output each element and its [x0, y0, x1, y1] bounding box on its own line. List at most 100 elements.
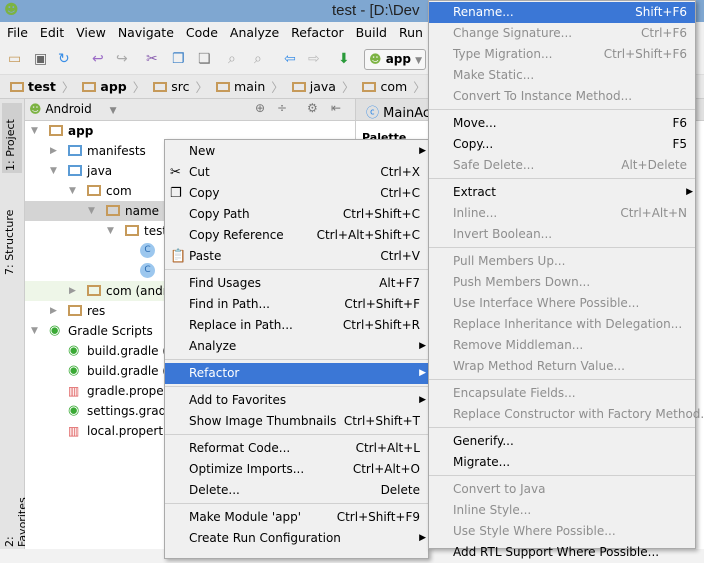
menu-item-reformat-code[interactable]: Reformat Code... Ctrl+Alt+L	[165, 438, 428, 459]
copy-icon[interactable]: ❐	[172, 51, 185, 67]
menu-view[interactable]: View	[69, 22, 111, 43]
menu-file[interactable]: File	[0, 22, 33, 43]
menu-item-label: Use Style Where Possible...	[453, 524, 616, 538]
menu-item-find-usages[interactable]: Find Usages Alt+F7	[165, 273, 428, 294]
find-icon[interactable]: ⌕	[228, 51, 236, 67]
menu-code[interactable]: Code	[179, 22, 223, 43]
menu-item-inline[interactable]: Inline... Ctrl+Alt+N	[429, 203, 695, 224]
menu-navigate[interactable]: Navigate	[111, 22, 179, 43]
menu-item-shortcut: F6	[672, 116, 687, 130]
run-config-label: app	[385, 52, 411, 66]
breadcrumb-src[interactable]: src 〉	[153, 77, 208, 96]
menu-item-analyze[interactable]: Analyze ▶	[165, 336, 428, 357]
menu-item-inline-style[interactable]: Inline Style...	[429, 500, 695, 521]
expanded-arrow-icon[interactable]: ▼	[107, 221, 114, 241]
menu-item-paste[interactable]: 📋 Paste Ctrl+V	[165, 246, 428, 267]
menu-item-push-members-down[interactable]: Push Members Down...	[429, 272, 695, 293]
hide-icon[interactable]: ⇤	[331, 101, 341, 115]
tree-item-app[interactable]: ▼ app	[25, 121, 355, 141]
menu-run[interactable]: Run	[392, 22, 428, 43]
menu-edit[interactable]: Edit	[33, 22, 69, 43]
menu-item-use-style-where-possible[interactable]: Use Style Where Possible...	[429, 521, 695, 542]
scroll-from-source-icon[interactable]: ⊕	[255, 101, 265, 115]
menu-item-make-static[interactable]: Make Static...	[429, 65, 695, 86]
forward-icon[interactable]: ⇨	[308, 51, 320, 67]
menu-item-delete[interactable]: Delete... Delete	[165, 480, 428, 501]
folder-icon	[125, 225, 139, 236]
sync-icon[interactable]: ↻	[58, 51, 70, 67]
menu-item-remove-middleman[interactable]: Remove Middleman...	[429, 335, 695, 356]
cut-icon[interactable]: ✂	[146, 51, 158, 67]
menu-item-find-in-path[interactable]: Find in Path... Ctrl+Shift+F	[165, 294, 428, 315]
menu-item-use-interface-where-possible[interactable]: Use Interface Where Possible...	[429, 293, 695, 314]
menu-item-new[interactable]: New ▶	[165, 141, 428, 162]
breadcrumb-com[interactable]: com 〉	[362, 77, 426, 96]
expanded-arrow-icon[interactable]: ▼	[31, 321, 38, 341]
menu-item-encapsulate-fields[interactable]: Encapsulate Fields...	[429, 383, 695, 404]
collapse-all-icon[interactable]: ÷	[277, 101, 287, 115]
expanded-arrow-icon[interactable]: ▼	[88, 201, 95, 221]
collapsed-arrow-icon[interactable]: ▶	[50, 301, 57, 321]
menu-item-add-rtl-support-where-possible[interactable]: Add RTL Support Where Possible...	[429, 542, 695, 563]
view-select[interactable]: ☻ Android ▼	[29, 102, 129, 116]
menu-item-wrap-method-return-value[interactable]: Wrap Method Return Value...	[429, 356, 695, 377]
menu-item-replace-constructor-with-factory-method[interactable]: Replace Constructor with Factory Method.…	[429, 404, 704, 425]
expanded-arrow-icon[interactable]: ▼	[69, 181, 76, 201]
menu-item-rename[interactable]: Rename... Shift+F6	[429, 2, 695, 23]
make-icon[interactable]: ⬇	[338, 51, 350, 67]
menu-item-invert-boolean[interactable]: Invert Boolean...	[429, 224, 695, 245]
menu-item-copy[interactable]: Copy... F5	[429, 134, 695, 155]
breadcrumb-main[interactable]: main 〉	[216, 77, 284, 96]
menu-item-create-run-configuration[interactable]: Create Run Configuration ▶	[165, 528, 428, 549]
menu-item-make-module-app[interactable]: Make Module 'app' Ctrl+Shift+F9	[165, 507, 428, 528]
menu-item-add-to-favorites[interactable]: Add to Favorites ▶	[165, 390, 428, 411]
menu-item-optimize-imports[interactable]: Optimize Imports... Ctrl+Alt+O	[165, 459, 428, 480]
menu-item-cut[interactable]: ✂ Cut Ctrl+X	[165, 162, 428, 183]
menu-item-convert-to-java[interactable]: Convert to Java	[429, 479, 695, 500]
breadcrumb-java[interactable]: java 〉	[291, 77, 354, 96]
menu-item-move[interactable]: Move... F6	[429, 113, 695, 134]
menu-analyze[interactable]: Analyze	[223, 22, 284, 43]
open-icon[interactable]: ▭	[8, 51, 21, 67]
breadcrumb-test[interactable]: test 〉	[10, 77, 74, 96]
back-icon[interactable]: ⇦	[284, 51, 296, 67]
redo-icon[interactable]: ↪	[116, 51, 128, 67]
menu-item-replace-inheritance-with-delegation[interactable]: Replace Inheritance with Delegation...	[429, 314, 695, 335]
folder-icon	[82, 81, 97, 92]
run-config-select[interactable]: ☻ app ▼	[364, 49, 426, 70]
tab-structure[interactable]: 7: Structure	[3, 195, 16, 275]
menu-item-convert-to-instance-method[interactable]: Convert To Instance Method...	[429, 86, 695, 107]
menu-item-safe-delete[interactable]: Safe Delete... Alt+Delete	[429, 155, 695, 176]
breadcrumb-app[interactable]: app 〉	[82, 77, 145, 96]
menu-item-change-signature[interactable]: Change Signature... Ctrl+F6	[429, 23, 695, 44]
expanded-arrow-icon[interactable]: ▼	[31, 121, 38, 141]
tab-project[interactable]: 1: Project	[2, 103, 22, 173]
collapsed-arrow-icon[interactable]: ▶	[69, 281, 76, 301]
menu-item-show-image-thumbnails[interactable]: Show Image Thumbnails Ctrl+Shift+T	[165, 411, 428, 432]
menu-item-extract[interactable]: Extract ▶	[429, 182, 695, 203]
menu-item-shortcut: Ctrl+Alt+L	[355, 441, 420, 455]
menu-item-type-migration[interactable]: Type Migration... Ctrl+Shift+F6	[429, 44, 695, 65]
menu-build[interactable]: Build	[349, 22, 392, 43]
menu-item-copy-reference[interactable]: Copy Reference Ctrl+Alt+Shift+C	[165, 225, 428, 246]
menu-item-migrate[interactable]: Migrate...	[429, 452, 695, 473]
menu-item-generify[interactable]: Generify...	[429, 431, 695, 452]
gradle-icon: ◉	[68, 363, 80, 378]
menu-item-label: Use Interface Where Possible...	[453, 296, 640, 310]
save-icon[interactable]: ▣	[34, 51, 47, 67]
gear-icon[interactable]: ⚙	[307, 101, 318, 115]
undo-icon[interactable]: ↩	[92, 51, 104, 67]
menu-refactor[interactable]: Refactor	[284, 22, 348, 43]
menu-item-replace-in-path[interactable]: Replace in Path... Ctrl+Shift+R	[165, 315, 428, 336]
menu-item-pull-members-up[interactable]: Pull Members Up...	[429, 251, 695, 272]
replace-icon[interactable]: ⌕	[254, 51, 262, 67]
menu-item-copy[interactable]: ❐ Copy Ctrl+C	[165, 183, 428, 204]
menu-item-label: Convert To Instance Method...	[453, 89, 633, 103]
collapsed-arrow-icon[interactable]: ▶	[50, 141, 57, 161]
menu-item-copy-path[interactable]: Copy Path Ctrl+Shift+C	[165, 204, 428, 225]
menu-item-label: Analyze	[189, 339, 237, 353]
expanded-arrow-icon[interactable]: ▼	[50, 161, 57, 181]
menu-item-refactor[interactable]: Refactor ▶	[165, 363, 428, 384]
paste-icon[interactable]: ❏	[198, 51, 211, 67]
menu-item-shortcut: Ctrl+Alt+N	[620, 206, 687, 220]
